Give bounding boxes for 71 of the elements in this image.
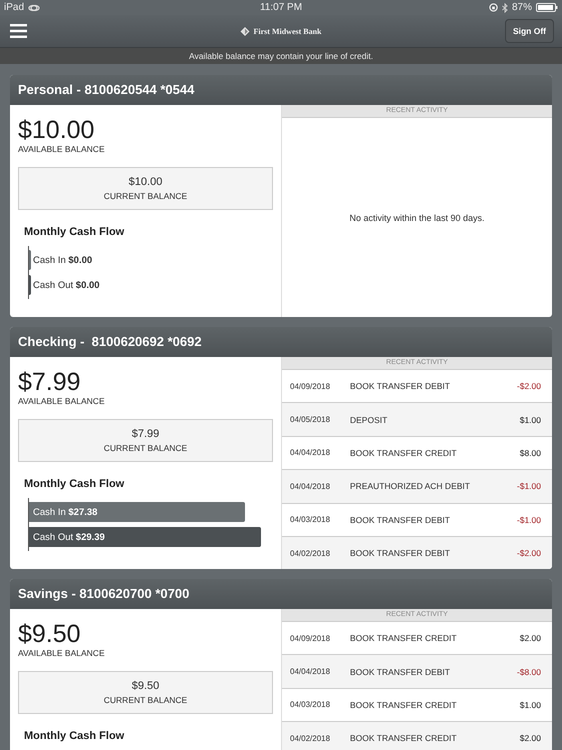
transaction-amount: -$2.00 <box>516 381 542 392</box>
transaction-description: BOOK TRANSFER DEBIT <box>350 666 451 677</box>
transaction-description: BOOK TRANSFER DEBIT <box>350 514 451 525</box>
clock-time: 11:07 PM <box>260 2 302 13</box>
notice-banner: Available balance may contain your line of credit. <box>0 48 562 64</box>
transaction-amount: -$1.00 <box>516 481 542 492</box>
current-balance-label: CURRENT BALANCE <box>104 695 188 705</box>
transaction-date: 04/04/2018 <box>289 667 332 676</box>
battery-percent: 87% <box>512 2 532 13</box>
transaction-description: BOOK TRANSFER DEBIT <box>350 548 451 558</box>
transaction-amount: $2.00 <box>520 633 542 644</box>
available-balance-label: AVAILABLE BALANCE <box>18 144 106 154</box>
bluetooth-icon <box>502 2 508 12</box>
account-title[interactable]: Checking - 8100620692 *0692 <box>10 327 552 357</box>
device-name: iPad <box>4 2 24 13</box>
available-balance-label: AVAILABLE BALANCE <box>18 396 106 406</box>
transaction-description: BOOK TRANSFER CREDIT <box>350 700 458 710</box>
transaction-description: PREAUTHORIZED ACH DEBIT <box>350 481 471 492</box>
empty-activity-message: No activity within the last 90 days. <box>349 212 485 222</box>
transaction-date: 04/09/2018 <box>289 634 332 643</box>
transaction-description: BOOK TRANSFER CREDIT <box>350 633 458 644</box>
transaction-amount: -$8.00 <box>516 666 542 677</box>
transaction-description: BOOK TRANSFER CREDIT <box>350 733 458 744</box>
cash-flow-label: Cash Out $29.39 <box>32 532 105 542</box>
transaction-amount: $2.00 <box>520 733 542 744</box>
transaction-amount: $1.00 <box>520 700 542 710</box>
transaction-date: 04/04/2018 <box>289 482 332 491</box>
current-balance: $9.50 <box>132 680 160 692</box>
transaction-amount: -$1.00 <box>516 514 542 525</box>
transaction-row[interactable]: 04/04/2018 PREAUTHORIZED ACH DEBIT -$1.00 <box>282 470 552 504</box>
cash-flow-label: Cash In $27.38 <box>32 506 98 518</box>
cash-flow-label: Cash Out $0.00 <box>32 280 100 290</box>
available-balance: $9.50 <box>18 620 82 648</box>
transaction-date: 04/09/2018 <box>289 382 332 391</box>
transaction-description: BOOK TRANSFER DEBIT <box>350 381 451 392</box>
transaction-description: DEPOSIT <box>350 414 388 425</box>
account-title[interactable]: Personal - 8100620544 *0544 <box>10 75 552 105</box>
cash-flow-title: Monthly Cash Flow <box>24 226 126 238</box>
current-balance: $10.00 <box>128 176 162 188</box>
available-balance: $7.99 <box>18 368 82 396</box>
cash-flow-title: Monthly Cash Flow <box>24 730 126 742</box>
transaction-date: 04/03/2018 <box>289 700 332 710</box>
transaction-amount: $1.00 <box>520 414 542 425</box>
bank-name: First Midwest Bank <box>254 26 322 36</box>
battery-icon <box>536 3 558 12</box>
transaction-row[interactable]: 04/02/2018 BOOK TRANSFER DEBIT -$2.00 <box>282 536 552 569</box>
transaction-date: 04/02/2018 <box>289 548 332 558</box>
transaction-row[interactable]: 04/04/2018 BOOK TRANSFER DEBIT -$8.00 <box>282 655 552 689</box>
transaction-amount: $8.00 <box>520 448 542 458</box>
transaction-description: BOOK TRANSFER CREDIT <box>350 448 458 458</box>
available-balance-label: AVAILABLE BALANCE <box>18 648 106 658</box>
transaction-amount: -$2.00 <box>516 548 542 558</box>
current-balance-label: CURRENT BALANCE <box>104 443 188 453</box>
available-balance: $10.00 <box>18 116 96 144</box>
transaction-row[interactable]: 04/03/2018 BOOK TRANSFER DEBIT -$1.00 <box>282 504 552 537</box>
current-balance: $7.99 <box>132 428 160 440</box>
diamond-logo-icon <box>240 26 250 36</box>
current-balance-label: CURRENT BALANCE <box>104 191 188 201</box>
lock-rotation-icon <box>488 3 498 12</box>
account-title[interactable]: Savings - 8100620700 *0700 <box>10 579 552 609</box>
transaction-date: 04/04/2018 <box>289 448 332 458</box>
transaction-row[interactable]: 04/02/2018 BOOK TRANSFER CREDIT $2.00 <box>282 722 552 750</box>
cash-flow-title: Monthly Cash Flow <box>24 478 126 490</box>
transaction-date: 04/03/2018 <box>289 515 332 524</box>
transaction-date: 04/02/2018 <box>289 734 332 743</box>
transaction-row[interactable]: 04/05/2018 DEPOSIT $1.00 <box>282 403 552 437</box>
sign-off-button[interactable]: Sign Off <box>504 19 554 43</box>
transaction-date: 04/05/2018 <box>289 415 332 424</box>
menu-button[interactable] <box>8 22 29 40</box>
cash-flow-label: Cash In $0.00 <box>32 254 92 266</box>
menu-icon <box>10 24 27 38</box>
